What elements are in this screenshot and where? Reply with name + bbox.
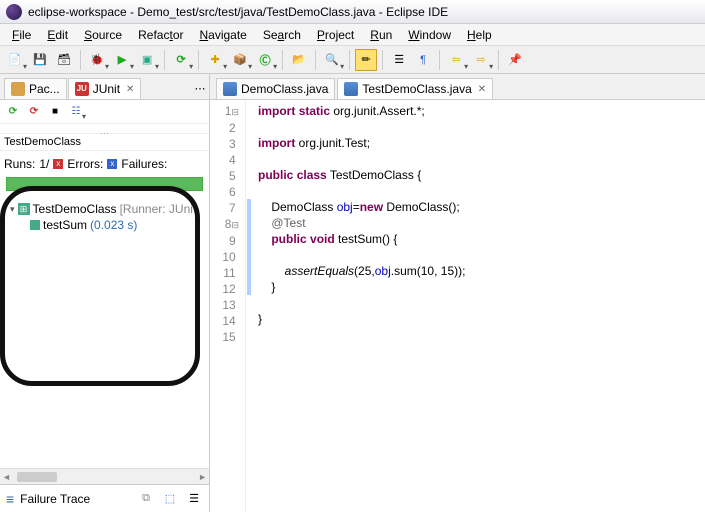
java-file-icon: [223, 82, 237, 96]
run-button[interactable]: ▶: [111, 49, 134, 71]
forward-button[interactable]: ⇨: [470, 49, 493, 71]
junit-toolbar: ⟳ ⟳ ■ ☷: [0, 100, 209, 124]
failures-label: Failures:: [121, 157, 167, 171]
menu-project[interactable]: Project: [309, 26, 362, 44]
runs-label: Runs:: [4, 157, 35, 171]
stop-button[interactable]: ■: [46, 103, 64, 121]
failure-trace-label: Failure Trace: [20, 492, 90, 506]
left-view-tabs: Pac... JUJUnit✕ ⋯: [0, 74, 209, 100]
menu-file[interactable]: File: [4, 26, 39, 44]
save-all-button[interactable]: 🗃: [53, 49, 75, 71]
toggle-mark-button[interactable]: ✏: [355, 49, 377, 71]
history-button[interactable]: ☷: [67, 103, 86, 121]
menu-run[interactable]: Run: [362, 26, 400, 44]
main-toolbar: 📄 💾 🗃 🐞 ▶ ▣ ⟳ ✚ 📦 Ⓒ 📂 🔍 ✏ ☰ ¶ ⇦ ⇨ 📌: [0, 46, 705, 74]
failure-trace-icon: ≡: [6, 491, 14, 507]
window-titlebar: eclipse-workspace - Demo_test/src/test/j…: [0, 0, 705, 24]
editor-tab-testdemoclass[interactable]: TestDemoClass.java✕: [337, 78, 493, 99]
tab-junit[interactable]: JUJUnit✕: [68, 78, 142, 99]
menu-navigate[interactable]: Navigate: [191, 26, 254, 44]
test-case-row[interactable]: testSum (0.023 s): [2, 217, 207, 233]
close-icon[interactable]: ✕: [478, 84, 486, 95]
filter-trace-button[interactable]: ⬚: [161, 490, 179, 508]
h-scrollbar[interactable]: ◄►: [0, 468, 209, 484]
new-button[interactable]: 📄: [4, 49, 27, 71]
view-menu-button[interactable]: ⋯: [191, 77, 209, 99]
new-java-button[interactable]: ✚: [204, 49, 227, 71]
java-file-icon: [344, 82, 358, 96]
test-suite-row[interactable]: ▾ ⊞ TestDemoClass [Runner: JUni: [2, 201, 207, 217]
junit-icon: JU: [75, 82, 89, 96]
error-icon: x: [53, 159, 63, 169]
menu-edit[interactable]: Edit: [39, 26, 76, 44]
window-title: eclipse-workspace - Demo_test/src/test/j…: [28, 5, 448, 19]
runs-value: 1/: [39, 157, 49, 171]
new-class-button[interactable]: Ⓒ: [254, 49, 277, 71]
coverage-button[interactable]: ▣: [136, 49, 159, 71]
test-duration: (0.023 s): [90, 218, 137, 232]
eclipse-logo-icon: [6, 4, 22, 20]
line-number-gutter: 1⊟2 3 4 5 6 7 8⊟9 10 11 12 13 14 15: [210, 100, 246, 512]
junit-test-tree[interactable]: ▾ ⊞ TestDemoClass [Runner: JUni testSum …: [0, 197, 209, 237]
compare-button[interactable]: ⧉: [137, 490, 155, 508]
menu-refactor[interactable]: Refactor: [130, 26, 191, 44]
close-icon[interactable]: ✕: [126, 84, 134, 95]
menu-search[interactable]: Search: [255, 26, 309, 44]
new-package-button[interactable]: 📦: [229, 49, 252, 71]
test-label: testSum: [43, 218, 87, 232]
junit-view-body: ⋯ TestDemoClass Runs: 1/ x Errors: x Fai…: [0, 124, 209, 468]
toggle-breadcrumb-button[interactable]: ☰: [388, 49, 410, 71]
open-type-button[interactable]: 📂: [288, 49, 310, 71]
save-button[interactable]: 💾: [29, 49, 51, 71]
show-whitespace-button[interactable]: ¶: [412, 49, 434, 71]
rerun-failed-button[interactable]: ⟳: [25, 103, 43, 121]
left-panel: Pac... JUJUnit✕ ⋯ ⟳ ⟳ ■ ☷ ⋯ TestDemoClas…: [0, 74, 210, 512]
run-last-button[interactable]: ⟳: [170, 49, 193, 71]
test-pass-icon: [30, 220, 40, 230]
debug-button[interactable]: 🐞: [86, 49, 109, 71]
code-editor[interactable]: 1⊟2 3 4 5 6 7 8⊟9 10 11 12 13 14 15 impo…: [210, 100, 705, 512]
runner-label: [Runner: JUni: [120, 202, 193, 216]
failure-icon: x: [107, 159, 117, 169]
editor-tabs: DemoClass.java TestDemoClass.java✕: [210, 74, 705, 100]
menu-window[interactable]: Window: [400, 26, 459, 44]
junit-progress-bar: [6, 177, 203, 191]
expander-icon[interactable]: ▾: [10, 204, 15, 215]
errors-label: Errors:: [67, 157, 103, 171]
package-icon: [11, 82, 25, 96]
change-marker: [247, 199, 251, 295]
menubar[interactable]: File Edit Source Refactor Navigate Searc…: [0, 24, 705, 46]
editor-tab-democlass[interactable]: DemoClass.java: [216, 78, 335, 99]
suite-label: TestDemoClass: [33, 202, 117, 216]
code-content[interactable]: import static org.junit.Assert.*; import…: [252, 100, 705, 512]
rerun-test-button[interactable]: ⟳: [4, 103, 22, 121]
failure-trace-header: ≡ Failure Trace ⧉ ⬚ ☰: [0, 484, 209, 512]
junit-stats: Runs: 1/ x Errors: x Failures:: [0, 151, 209, 175]
pin-button[interactable]: 📌: [504, 49, 526, 71]
editor-area: DemoClass.java TestDemoClass.java✕ 1⊟2 3…: [210, 74, 705, 512]
tab-package-explorer[interactable]: Pac...: [4, 78, 67, 99]
trace-menu-button[interactable]: ☰: [185, 490, 203, 508]
test-suite-icon: ⊞: [18, 203, 30, 215]
back-button[interactable]: ⇦: [445, 49, 468, 71]
menu-help[interactable]: Help: [459, 26, 500, 44]
menu-source[interactable]: Source: [76, 26, 130, 44]
search-button[interactable]: 🔍: [321, 49, 344, 71]
